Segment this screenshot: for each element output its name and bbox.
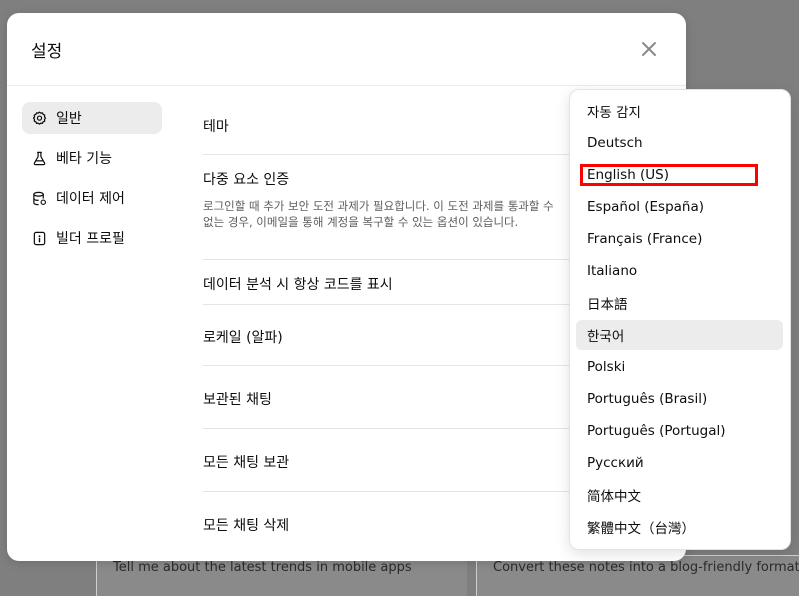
modal-title: 설정 — [31, 42, 63, 62]
close-button[interactable] — [637, 37, 661, 61]
close-icon — [642, 42, 656, 56]
setting-mfa-desc: 로그인할 때 추가 보안 도전 과제가 필요합니다. 이 도전 과제를 통과할 … — [203, 199, 554, 229]
locale-option-ko[interactable]: 한국어 — [576, 320, 783, 350]
divider — [203, 428, 603, 429]
header-divider — [7, 85, 686, 86]
setting-mfa-title: 다중 요소 인증 — [203, 172, 290, 188]
flask-icon — [31, 150, 47, 166]
divider — [203, 365, 603, 366]
locale-option-zh-tw[interactable]: 繁體中文（台灣） — [576, 512, 783, 542]
divider — [203, 304, 603, 305]
setting-locale: 로케일 (알파) — [203, 330, 283, 346]
locale-option-fr[interactable]: Français (France) — [576, 224, 783, 254]
setting-delete-all: 모든 채팅 삭제 — [203, 518, 290, 534]
sidebar-item-data-controls[interactable]: 데이터 제어 — [22, 182, 162, 214]
locale-option-ru[interactable]: Русский — [576, 448, 783, 478]
divider — [203, 154, 603, 155]
locale-option-de[interactable]: Deutsch — [576, 128, 783, 158]
locale-option-es[interactable]: Español (España) — [576, 192, 783, 222]
setting-theme: 테마 — [203, 119, 229, 135]
locale-option-pl[interactable]: Polski — [576, 352, 783, 382]
backdrop-prompt-left: Tell me about the latest trends in mobil… — [113, 560, 412, 575]
locale-option-ja[interactable]: 日本語 — [576, 288, 783, 318]
id-card-icon — [31, 230, 47, 246]
locale-option-it[interactable]: Italiano — [576, 256, 783, 286]
gear-icon — [31, 110, 47, 126]
locale-option-pt-pt[interactable]: Português (Portugal) — [576, 416, 783, 446]
setting-always-show-code: 데이터 분석 시 항상 코드를 표시 — [203, 277, 393, 293]
sidebar-item-builder-profile[interactable]: 빌더 프로필 — [22, 222, 162, 254]
sidebar-item-label: 빌더 프로필 — [56, 231, 125, 247]
sidebar-item-label: 데이터 제어 — [56, 191, 125, 207]
backdrop-prompt-right: Convert these notes into a blog-friendly… — [493, 560, 799, 575]
divider — [203, 491, 603, 492]
sidebar-item-general[interactable]: 일반 — [22, 102, 162, 134]
locale-option-zh-cn[interactable]: 简体中文 — [576, 480, 783, 510]
sidebar-item-label: 일반 — [56, 111, 82, 127]
sidebar-item-label: 베타 기능 — [56, 151, 112, 167]
locale-option-pt-br[interactable]: Português (Brasil) — [576, 384, 783, 414]
sidebar-item-beta[interactable]: 베타 기능 — [22, 142, 162, 174]
locale-option-en-us[interactable]: English (US) — [576, 160, 783, 190]
setting-archived-chats: 보관된 채팅 — [203, 392, 272, 408]
locale-dropdown: 자동 감지 Deutsch English (US) Español (Espa… — [569, 89, 791, 550]
database-icon — [31, 190, 47, 206]
divider — [203, 259, 603, 260]
locale-option-auto[interactable]: 자동 감지 — [576, 96, 783, 126]
setting-archive-all: 모든 채팅 보관 — [203, 455, 290, 471]
